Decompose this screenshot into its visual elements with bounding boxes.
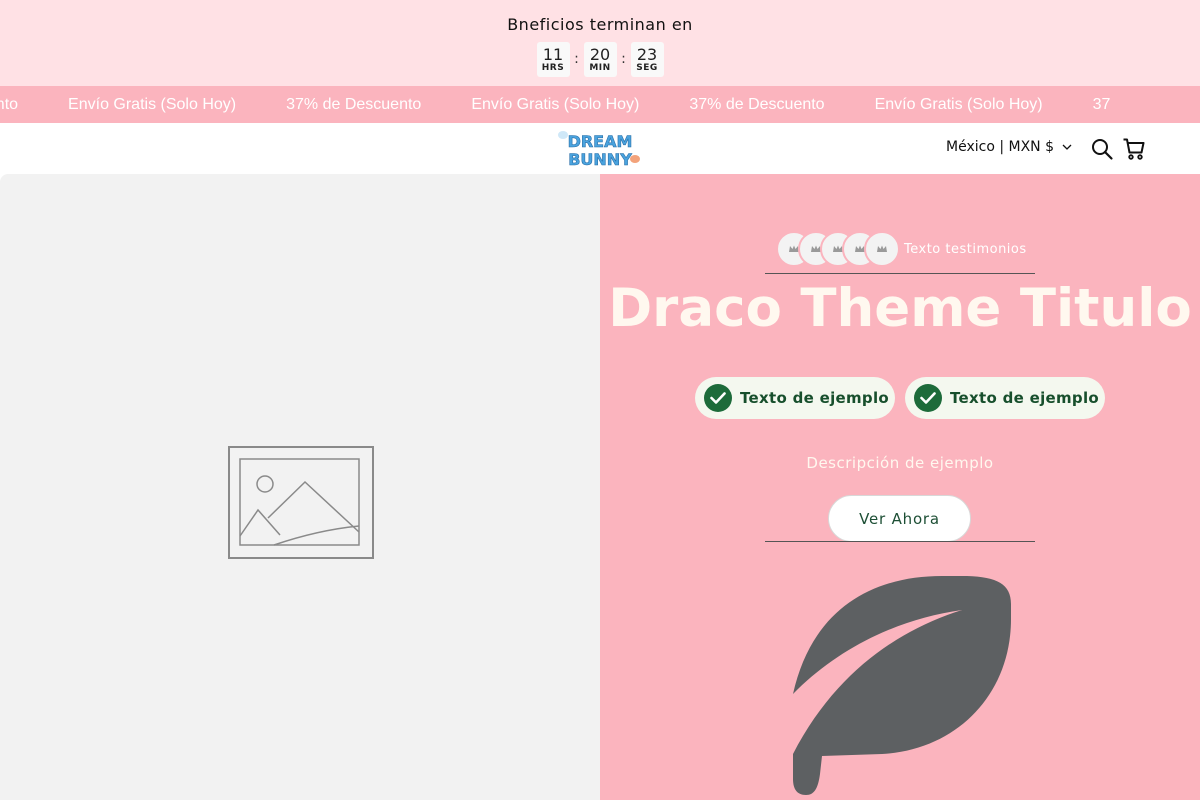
hero-media bbox=[0, 174, 600, 800]
countdown-seconds-label: SEG bbox=[636, 62, 658, 73]
marquee-track: cuento Envío Gratis (Solo Hoy) 37% de De… bbox=[0, 86, 1160, 123]
logo-text-line2: BUNNY bbox=[568, 150, 632, 169]
feature-pills: Texto de ejemplo Texto de ejemplo bbox=[695, 377, 1105, 419]
avatar bbox=[864, 231, 900, 267]
divider bbox=[765, 541, 1035, 542]
leaf-icon bbox=[793, 576, 1011, 795]
countdown-minutes-label: MIN bbox=[589, 62, 611, 73]
image-placeholder-icon bbox=[228, 446, 374, 559]
marquee-item: Envío Gratis (Solo Hoy) bbox=[471, 95, 640, 113]
countdown-hours-label: HRS bbox=[541, 62, 565, 73]
countdown-hours-value: 11 bbox=[542, 44, 564, 64]
locale-label: México | MXN $ bbox=[946, 139, 1055, 155]
chevron-down-icon bbox=[1062, 144, 1072, 150]
countdown-seconds: 23 SEG bbox=[630, 42, 664, 77]
countdown-timer: 11 HRS : 20 MIN : 23 SEG bbox=[0, 42, 1200, 77]
countdown-bar: Bneficios terminan en 11 HRS : 20 MIN : … bbox=[0, 0, 1200, 86]
locale-selector[interactable]: México | MXN $ bbox=[946, 139, 1072, 155]
countdown-hours: 11 HRS bbox=[536, 42, 570, 77]
cart-icon[interactable] bbox=[1122, 137, 1146, 161]
site-header: DREAM BUNNY México | MXN $ bbox=[0, 123, 1200, 174]
feature-pill: Texto de ejemplo bbox=[695, 377, 895, 419]
testimonials-text: Texto testimonios bbox=[904, 241, 1027, 257]
feature-pill-label: Texto de ejemplo bbox=[950, 389, 1100, 407]
marquee-item: 37% de Descuento bbox=[286, 95, 422, 113]
dream-bunny-logo[interactable]: DREAM BUNNY bbox=[556, 129, 642, 169]
search-icon[interactable] bbox=[1090, 137, 1114, 161]
countdown-separator: : bbox=[574, 50, 579, 67]
marquee-item: Envío Gratis (Solo Hoy) bbox=[874, 95, 1043, 113]
ver-ahora-button[interactable]: Ver Ahora bbox=[828, 495, 971, 542]
hero-title: Draco Theme Titulo bbox=[608, 278, 1192, 339]
check-icon bbox=[704, 384, 732, 412]
feature-pill: Texto de ejemplo bbox=[905, 377, 1105, 419]
testimonials-row: Texto testimonios bbox=[776, 231, 1027, 267]
check-icon bbox=[914, 384, 942, 412]
countdown-minutes-value: 20 bbox=[589, 44, 611, 64]
marquee-item: 37% de Descuento bbox=[689, 95, 825, 113]
marquee-item: cuento bbox=[0, 95, 19, 113]
hero-description: Descripción de ejemplo bbox=[806, 454, 994, 472]
feature-pill-label: Texto de ejemplo bbox=[740, 389, 890, 407]
marquee-item: 37 bbox=[1092, 95, 1111, 113]
hero-content: Texto testimonios Draco Theme Titulo Tex… bbox=[600, 174, 1200, 800]
marquee-item: Envío Gratis (Solo Hoy) bbox=[68, 95, 237, 113]
logo-text-line1: DREAM bbox=[568, 132, 633, 151]
countdown-seconds-value: 23 bbox=[636, 44, 658, 64]
crown-icon bbox=[877, 245, 887, 252]
divider bbox=[765, 273, 1035, 274]
countdown-separator: : bbox=[621, 50, 626, 67]
countdown-title: Bneficios terminan en bbox=[507, 15, 693, 34]
announcement-marquee: cuento Envío Gratis (Solo Hoy) 37% de De… bbox=[0, 86, 1200, 123]
countdown-minutes: 20 MIN bbox=[583, 42, 617, 77]
